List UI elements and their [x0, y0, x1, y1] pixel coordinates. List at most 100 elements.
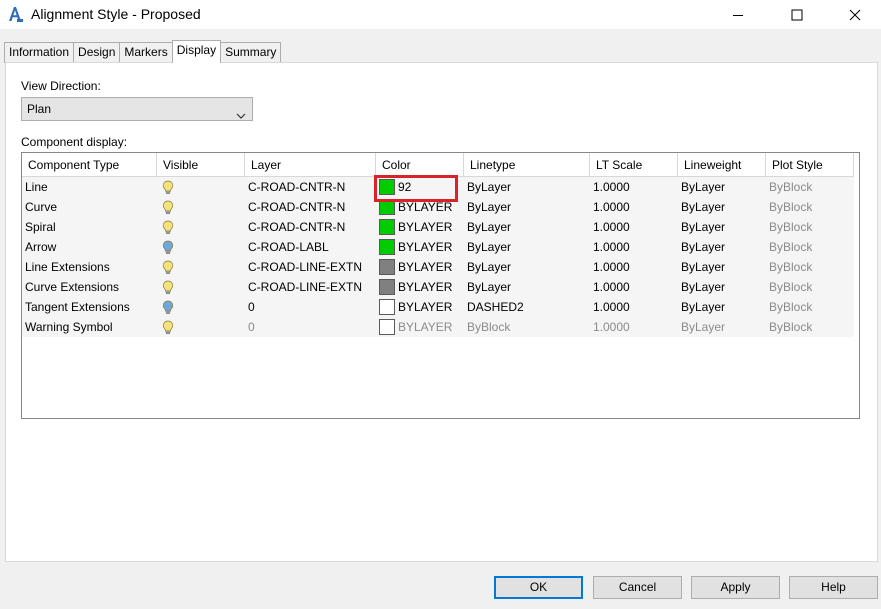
tab-display[interactable]: Display: [171, 40, 222, 63]
lineweight-cell[interactable]: ByLayer: [678, 197, 766, 217]
lt-scale-cell[interactable]: 1.0000: [590, 257, 678, 277]
visible-cell[interactable]: [157, 317, 245, 337]
component-type-cell[interactable]: Tangent Extensions: [22, 297, 157, 317]
lightbulb-icon[interactable]: [162, 220, 174, 235]
layer-cell[interactable]: 0: [245, 297, 376, 317]
visible-cell[interactable]: [157, 277, 245, 297]
lightbulb-icon[interactable]: [162, 280, 174, 295]
lt-scale-cell[interactable]: 1.0000: [590, 237, 678, 257]
table-row[interactable]: Warning Symbol 0 BYLAYER ByBlock 1.0000 ByLay…: [22, 317, 854, 337]
lightbulb-icon[interactable]: [162, 260, 174, 275]
plot-style-cell[interactable]: ByBlock: [766, 177, 854, 197]
help-button[interactable]: Help: [789, 576, 878, 599]
component-type-cell[interactable]: Line: [22, 177, 157, 197]
plot-style-cell[interactable]: ByBlock: [766, 197, 854, 217]
column-header-component-type[interactable]: Component Type: [22, 153, 157, 177]
column-header-plot-style[interactable]: Plot Style: [766, 153, 854, 177]
component-type-cell[interactable]: Spiral: [22, 217, 157, 237]
visible-cell[interactable]: [157, 297, 245, 317]
plot-style-cell[interactable]: ByBlock: [766, 297, 854, 317]
color-cell[interactable]: BYLAYER: [376, 237, 464, 257]
layer-cell[interactable]: C-ROAD-LINE-EXTN: [245, 277, 376, 297]
linetype-cell[interactable]: ByLayer: [464, 257, 590, 277]
linetype-cell[interactable]: ByLayer: [464, 237, 590, 257]
visible-cell[interactable]: [157, 257, 245, 277]
visible-cell[interactable]: [157, 237, 245, 257]
component-display-grid[interactable]: Component Type Visible Layer Color Linet…: [21, 152, 860, 419]
lightbulb-icon[interactable]: [162, 320, 174, 335]
lt-scale-cell[interactable]: 1.0000: [590, 197, 678, 217]
ok-button[interactable]: OK: [494, 576, 583, 599]
color-cell[interactable]: BYLAYER: [376, 217, 464, 237]
lightbulb-icon[interactable]: [162, 300, 174, 315]
layer-cell[interactable]: C-ROAD-LINE-EXTN: [245, 257, 376, 277]
tab-summary[interactable]: Summary: [220, 42, 282, 63]
lineweight-cell[interactable]: ByLayer: [678, 257, 766, 277]
table-row[interactable]: Tangent Extensions 0 BYLAYER DASHED2 1.0000 B…: [22, 297, 854, 317]
component-type-cell[interactable]: Warning Symbol: [22, 317, 157, 337]
layer-cell[interactable]: C-ROAD-LABL: [245, 237, 376, 257]
column-header-layer[interactable]: Layer: [245, 153, 376, 177]
lt-scale-cell[interactable]: 1.0000: [590, 317, 678, 337]
linetype-cell[interactable]: DASHED2: [464, 297, 590, 317]
column-header-lt-scale[interactable]: LT Scale: [590, 153, 678, 177]
plot-style-cell[interactable]: ByBlock: [766, 277, 854, 297]
tab-information[interactable]: Information: [4, 42, 75, 63]
lightbulb-icon[interactable]: [162, 200, 174, 215]
layer-cell[interactable]: C-ROAD-CNTR-N: [245, 177, 376, 197]
color-cell[interactable]: BYLAYER: [376, 257, 464, 277]
color-swatch: [379, 319, 395, 335]
visible-cell[interactable]: [157, 177, 245, 197]
color-cell[interactable]: BYLAYER: [376, 317, 464, 337]
column-header-visible[interactable]: Visible: [157, 153, 245, 177]
lineweight-cell[interactable]: ByLayer: [678, 237, 766, 257]
lt-scale-cell[interactable]: 1.0000: [590, 277, 678, 297]
apply-button[interactable]: Apply: [691, 576, 780, 599]
linetype-cell[interactable]: ByLayer: [464, 197, 590, 217]
layer-cell[interactable]: C-ROAD-CNTR-N: [245, 197, 376, 217]
visible-cell[interactable]: [157, 197, 245, 217]
lightbulb-icon[interactable]: [162, 180, 174, 195]
column-header-color[interactable]: Color: [376, 153, 464, 177]
lineweight-cell[interactable]: ByLayer: [678, 297, 766, 317]
linetype-cell[interactable]: ByLayer: [464, 177, 590, 197]
table-row[interactable]: Spiral C-ROAD-CNTR-N BYLAYER ByLayer 1.0000 B…: [22, 217, 854, 237]
view-direction-dropdown[interactable]: Plan: [21, 97, 253, 121]
plot-style-cell[interactable]: ByBlock: [766, 237, 854, 257]
linetype-cell[interactable]: ByLayer: [464, 277, 590, 297]
column-header-lineweight[interactable]: Lineweight: [678, 153, 766, 177]
color-swatch: [379, 259, 395, 275]
layer-cell[interactable]: C-ROAD-CNTR-N: [245, 217, 376, 237]
lt-scale-cell[interactable]: 1.0000: [590, 177, 678, 197]
component-type-cell[interactable]: Curve Extensions: [22, 277, 157, 297]
linetype-cell[interactable]: ByBlock: [464, 317, 590, 337]
cancel-button[interactable]: Cancel: [593, 576, 682, 599]
component-type-cell[interactable]: Line Extensions: [22, 257, 157, 277]
table-row[interactable]: Line Extensions C-ROAD-LINE-EXTN BYLAYER By…: [22, 257, 854, 277]
tab-markers[interactable]: Markers: [119, 42, 173, 63]
column-header-linetype[interactable]: Linetype: [464, 153, 590, 177]
layer-cell[interactable]: 0: [245, 317, 376, 337]
lightbulb-icon[interactable]: [162, 240, 174, 255]
visible-cell[interactable]: [157, 217, 245, 237]
tab-design[interactable]: Design: [73, 42, 121, 63]
plot-style-cell[interactable]: ByBlock: [766, 217, 854, 237]
lt-scale-cell[interactable]: 1.0000: [590, 217, 678, 237]
lineweight-cell[interactable]: ByLayer: [678, 277, 766, 297]
plot-style-cell[interactable]: ByBlock: [766, 317, 854, 337]
linetype-cell[interactable]: ByLayer: [464, 217, 590, 237]
maximize-button[interactable]: [770, 0, 823, 29]
lineweight-cell[interactable]: ByLayer: [678, 177, 766, 197]
table-row[interactable]: Curve Extensions C-ROAD-LINE-EXTN BYLAYER B…: [22, 277, 854, 297]
lineweight-cell[interactable]: ByLayer: [678, 217, 766, 237]
close-button[interactable]: [828, 0, 881, 29]
plot-style-cell[interactable]: ByBlock: [766, 257, 854, 277]
component-type-cell[interactable]: Curve: [22, 197, 157, 217]
table-row[interactable]: Arrow C-ROAD-LABL BYLAYER ByLayer 1.0000 ByLa…: [22, 237, 854, 257]
lineweight-cell[interactable]: ByLayer: [678, 317, 766, 337]
color-cell[interactable]: BYLAYER: [376, 277, 464, 297]
color-cell[interactable]: BYLAYER: [376, 297, 464, 317]
component-type-cell[interactable]: Arrow: [22, 237, 157, 257]
minimize-button[interactable]: [711, 0, 764, 29]
lt-scale-cell[interactable]: 1.0000: [590, 297, 678, 317]
